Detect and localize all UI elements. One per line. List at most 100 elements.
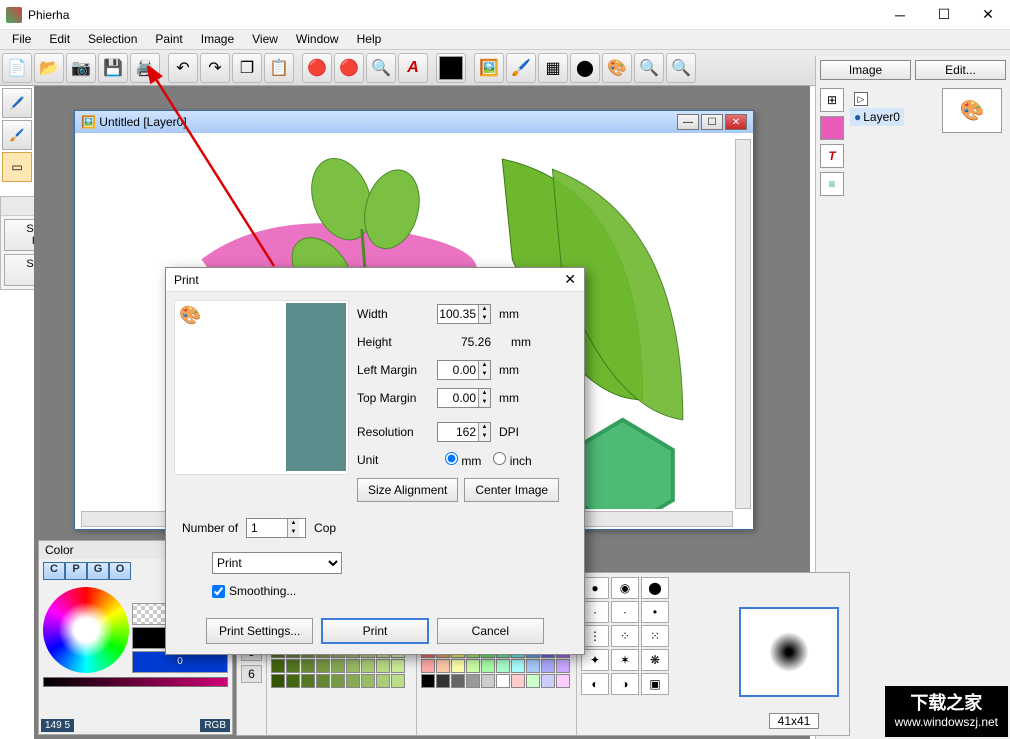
menu-window[interactable]: Window — [288, 30, 347, 49]
smoothing-checkbox[interactable] — [212, 585, 225, 598]
image-tool-icon[interactable]: 🖼️ — [474, 53, 504, 83]
top-margin-unit: mm — [499, 391, 519, 405]
resolution-input[interactable]: ▲▼ — [437, 422, 491, 442]
text-icon[interactable]: A — [398, 53, 428, 83]
grid-icon[interactable]: ▦ — [538, 53, 568, 83]
tab-image[interactable]: Image — [820, 60, 911, 80]
undo-icon[interactable]: ↶ — [168, 53, 198, 83]
print-dialog-close[interactable]: ✕ — [564, 271, 576, 288]
minimize-button[interactable]: ─ — [878, 0, 922, 30]
resolution-label: Resolution — [357, 425, 433, 439]
layer-move-icon[interactable]: ≡ — [820, 172, 844, 196]
layer-item-row[interactable]: ▷ — [850, 90, 904, 108]
doc-maximize[interactable]: ☐ — [701, 114, 723, 130]
stamp2-icon[interactable]: 🔴 — [334, 53, 364, 83]
stamp1-icon[interactable]: 🔴 — [302, 53, 332, 83]
vertical-scrollbar[interactable] — [735, 139, 751, 509]
num-6[interactable]: 6 — [241, 665, 262, 683]
print-dialog-titlebar[interactable]: Print ✕ — [166, 268, 584, 292]
document-titlebar[interactable]: 🖼️ Untitled [Layer0] — ☐ ✕ — [75, 111, 753, 133]
preview-logo-icon: 🎨 — [179, 305, 201, 326]
copies-input[interactable]: ▲▼ — [246, 518, 306, 538]
adjust-icon[interactable]: 🎨 — [602, 53, 632, 83]
layer-item-0[interactable]: ●Layer0 — [850, 108, 904, 126]
close-button[interactable]: ✕ — [966, 0, 1010, 30]
size-alignment-button[interactable]: Size Alignment — [357, 478, 458, 502]
layer-list: ▷ ●Layer0 — [850, 90, 904, 126]
new-icon[interactable]: 📄 — [2, 53, 32, 83]
brush-size[interactable]: 41x41 — [769, 713, 819, 729]
menu-selection[interactable]: Selection — [80, 30, 145, 49]
camera-icon[interactable]: 📷 — [66, 53, 96, 83]
center-image-button[interactable]: Center Image — [464, 478, 559, 502]
sphere-icon[interactable]: ⬤ — [570, 53, 600, 83]
print-dialog-title: Print — [174, 273, 564, 287]
print-icon[interactable]: 🖨️ — [130, 53, 160, 83]
menu-file[interactable]: File — [4, 30, 39, 49]
color-title: Color — [45, 543, 74, 557]
height-unit: mm — [511, 335, 531, 349]
foreground-color[interactable] — [436, 53, 466, 83]
color-slider-r[interactable] — [43, 677, 228, 687]
brush-soft1[interactable]: ● — [581, 577, 609, 599]
app-icon — [6, 7, 22, 23]
paste-icon[interactable]: 📋 — [264, 53, 294, 83]
print-button[interactable]: Print — [321, 618, 428, 644]
layer-add-icon[interactable]: ⊞ — [820, 88, 844, 112]
doc-minimize[interactable]: — — [677, 114, 699, 130]
left-toolstrip: 🖊️ 🖌️ ▭ — [0, 86, 34, 184]
redo-icon[interactable]: ↷ — [200, 53, 230, 83]
brush-tool2-icon[interactable]: 🖌️ — [2, 120, 32, 150]
zoom-in-icon[interactable]: 🔍 — [634, 53, 664, 83]
color-wheel[interactable] — [43, 587, 129, 673]
color-tab-o[interactable]: O — [109, 562, 131, 580]
open-icon[interactable]: 📂 — [34, 53, 64, 83]
zoom-icon[interactable]: 🔍 — [366, 53, 396, 83]
zoom-out-icon[interactable]: 🔍 — [666, 53, 696, 83]
print-preview: 🎨 — [174, 300, 349, 475]
print-dropdown[interactable]: Print — [212, 552, 342, 574]
top-margin-input[interactable]: ▲▼ — [437, 388, 491, 408]
doc-close[interactable]: ✕ — [725, 114, 747, 130]
copies-suffix: Cop — [314, 521, 336, 535]
cancel-button[interactable]: Cancel — [437, 618, 544, 644]
layer-color-icon[interactable] — [820, 116, 844, 140]
width-input[interactable]: ▲▼ — [437, 304, 491, 324]
unit-inch-radio[interactable]: inch — [493, 452, 531, 468]
width-label: Width — [357, 307, 433, 321]
menu-help[interactable]: Help — [349, 30, 390, 49]
menu-paint[interactable]: Paint — [147, 30, 190, 49]
titlebar: Phierha ─ ☐ ✕ — [0, 0, 1010, 30]
save-icon[interactable]: 💾 — [98, 53, 128, 83]
layer-thumbnail[interactable]: 🎨 — [942, 88, 1002, 133]
menu-edit[interactable]: Edit — [41, 30, 78, 49]
rect-select-icon[interactable]: ▭ — [2, 152, 32, 182]
eye-icon[interactable]: ▷ — [854, 92, 868, 106]
print-settings-button[interactable]: Print Settings... — [206, 618, 313, 644]
color-tab-g[interactable]: G — [87, 562, 109, 580]
number-of-label: Number of — [182, 521, 238, 535]
color-tab-c[interactable]: C — [43, 562, 65, 580]
copy-icon[interactable]: ❐ — [232, 53, 262, 83]
menubar: File Edit Selection Paint Image View Win… — [0, 30, 1010, 50]
unit-mm-radio[interactable]: mm — [445, 452, 481, 468]
menu-view[interactable]: View — [244, 30, 286, 49]
left-margin-label: Left Margin — [357, 363, 433, 377]
layer-name: Layer0 — [863, 110, 900, 124]
color-tab-p[interactable]: P — [65, 562, 87, 580]
pen-tool-icon[interactable]: 🖊️ — [2, 88, 32, 118]
brush-tool-icon[interactable]: 🖌️ — [506, 53, 536, 83]
tab-edit[interactable]: Edit... — [915, 60, 1006, 80]
app-title: Phierha — [28, 8, 878, 22]
watermark: 下载之家 www.windowszj.net — [885, 686, 1008, 737]
resolution-unit: DPI — [499, 425, 519, 439]
layer-text-icon[interactable]: T — [820, 144, 844, 168]
preview-sheet — [286, 303, 346, 471]
document-title: Untitled [Layer0] — [99, 115, 186, 129]
top-margin-label: Top Margin — [357, 391, 433, 405]
left-margin-unit: mm — [499, 363, 519, 377]
unit-label: Unit — [357, 453, 433, 467]
left-margin-input[interactable]: ▲▼ — [437, 360, 491, 380]
maximize-button[interactable]: ☐ — [922, 0, 966, 30]
menu-image[interactable]: Image — [193, 30, 242, 49]
